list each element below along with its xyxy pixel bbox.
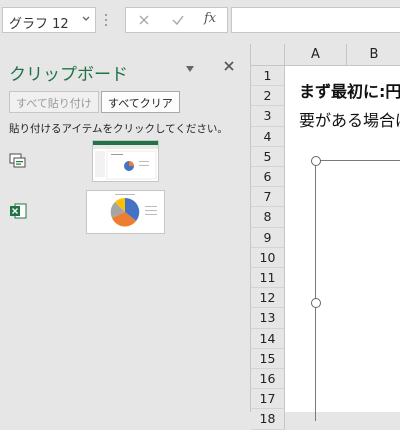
row-header[interactable]: 1 [251,66,285,87]
row-header[interactable]: 7 [251,187,285,208]
instruction-text: 貼り付けるアイテムをクリックしてください。 [9,123,228,135]
name-box-value: グラフ 12 [9,17,69,32]
row-header[interactable]: 5 [251,146,285,167]
screenshot-thumbnail [93,141,158,180]
more-vertical-icon [105,14,107,26]
chevron-down-icon[interactable] [81,14,91,24]
pane-title: クリップボード [9,65,128,85]
check-icon[interactable] [170,12,186,28]
clear-all-button[interactable]: すべてクリア [101,91,180,113]
copy-screen-icon [9,153,26,168]
row-header[interactable]: 4 [251,126,285,147]
paste-all-button[interactable]: すべて貼り付け [9,91,99,113]
row-header[interactable]: 13 [251,308,285,329]
chart-object[interactable] [311,156,400,421]
column-header-b[interactable]: B [347,44,400,66]
cell-b2[interactable]: まず最初に:円 [299,78,400,102]
formula-controls: fx [125,7,228,33]
row-header[interactable]: 3 [251,106,285,127]
row-header[interactable]: 17 [251,389,285,410]
worksheet: A B 1 2 3 4 5 6 7 8 9 10 11 12 13 14 15 16 17 18 まず最初に:円 … [250,44,400,430]
column-header-a[interactable]: A [285,44,347,66]
resize-handle[interactable] [311,156,321,166]
row-header[interactable]: 10 [251,247,285,268]
row-header[interactable]: 6 [251,167,285,188]
close-icon[interactable] [136,12,152,28]
row-header[interactable]: 16 [251,369,285,390]
clipboard-item-chart[interactable] [86,190,165,234]
clipboard-item-screenshot[interactable] [92,140,159,182]
select-all-corner[interactable] [251,44,285,66]
close-icon[interactable] [222,59,236,73]
clipboard-pane: クリップボード すべて貼り付け すべてクリア 貼り付けるアイテムをクリックしてく… [0,44,250,412]
pie-chart-thumbnail [110,194,157,227]
row-header[interactable]: 15 [251,348,285,369]
row-header[interactable]: 2 [251,86,285,107]
cell-b3[interactable]: 要がある場合は [299,107,400,131]
name-box[interactable]: グラフ 12 [2,7,96,33]
function-icon[interactable]: fx [204,11,216,27]
row-header[interactable]: 12 [251,288,285,309]
row-header[interactable]: 14 [251,328,285,349]
formula-input[interactable] [231,7,400,33]
row-header[interactable]: 11 [251,268,285,289]
excel-icon [10,203,27,219]
row-header[interactable]: 8 [251,207,285,228]
cell-grid[interactable]: まず最初に:円 要がある場合は [285,66,400,421]
pane-options-icon[interactable] [184,64,196,74]
formula-bar: グラフ 12 fx [0,0,400,44]
resize-handle[interactable] [311,298,321,308]
row-header[interactable]: 9 [251,227,285,248]
row-header[interactable]: 18 [251,409,285,430]
